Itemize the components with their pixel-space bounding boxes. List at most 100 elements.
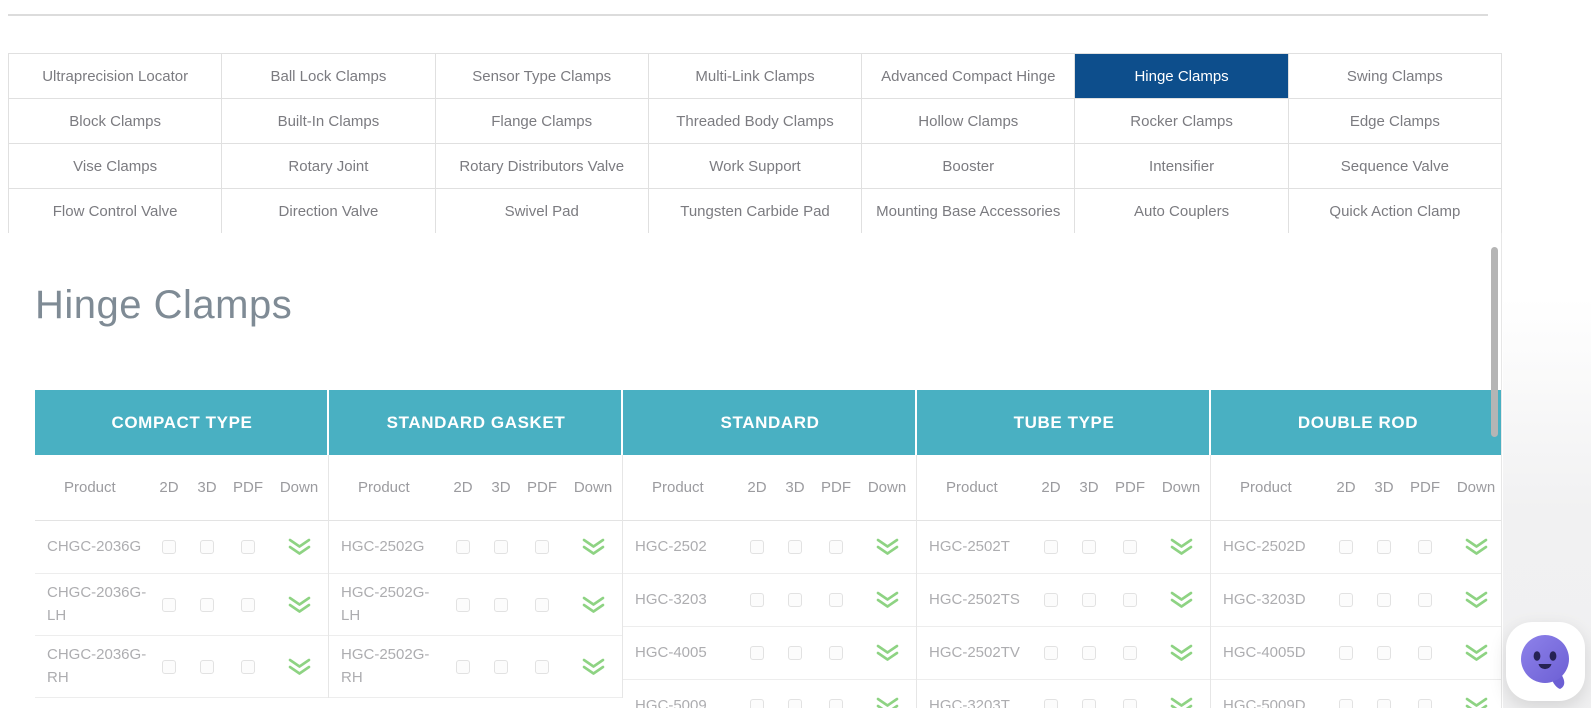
tab-ultraprecision-locator[interactable]: Ultraprecision Locator: [9, 54, 222, 99]
checkbox-2d[interactable]: [1044, 593, 1058, 607]
checkbox-pdf[interactable]: [829, 593, 843, 607]
checkbox-3d[interactable]: [1377, 646, 1391, 660]
checkbox-pdf[interactable]: [829, 646, 843, 660]
download-chevron-icon[interactable]: [288, 596, 311, 614]
checkbox-2d[interactable]: [1044, 699, 1058, 708]
download-chevron-icon[interactable]: [876, 538, 899, 556]
tab-ball-lock-clamps[interactable]: Ball Lock Clamps: [222, 54, 435, 99]
download-chevron-icon[interactable]: [582, 538, 605, 556]
tab-sensor-type-clamps[interactable]: Sensor Type Clamps: [436, 54, 649, 99]
tab-edge-clamps[interactable]: Edge Clamps: [1289, 99, 1502, 144]
tab-threaded-body-clamps[interactable]: Threaded Body Clamps: [649, 99, 862, 144]
checkbox-3d[interactable]: [788, 593, 802, 607]
tab-hinge-clamps[interactable]: Hinge Clamps: [1075, 54, 1288, 99]
vertical-scrollbar[interactable]: [1491, 247, 1498, 437]
tab-swing-clamps[interactable]: Swing Clamps: [1289, 54, 1502, 99]
tab-advanced-compact-hinge[interactable]: Advanced Compact Hinge: [862, 54, 1075, 99]
checkbox-3d[interactable]: [1377, 699, 1391, 708]
checkbox-2d[interactable]: [750, 646, 764, 660]
checkbox-pdf[interactable]: [535, 540, 549, 554]
tab-intensifier[interactable]: Intensifier: [1075, 144, 1288, 189]
checkbox-pdf[interactable]: [829, 699, 843, 708]
checkbox-2d[interactable]: [750, 593, 764, 607]
checkbox-2d[interactable]: [750, 540, 764, 554]
checkbox-pdf[interactable]: [241, 598, 255, 612]
checkbox-pdf[interactable]: [1123, 593, 1137, 607]
checkbox-pdf[interactable]: [1123, 540, 1137, 554]
checkbox-pdf[interactable]: [1418, 646, 1432, 660]
checkbox-3d[interactable]: [788, 540, 802, 554]
download-chevron-icon[interactable]: [1465, 538, 1488, 556]
checkbox-2d[interactable]: [1339, 540, 1353, 554]
checkbox-2d[interactable]: [750, 699, 764, 708]
checkbox-pdf[interactable]: [1123, 699, 1137, 708]
download-chevron-icon[interactable]: [1170, 591, 1193, 609]
tab-tungsten-carbide-pad[interactable]: Tungsten Carbide Pad: [649, 189, 862, 234]
checkbox-3d[interactable]: [494, 540, 508, 554]
checkbox-2d[interactable]: [456, 598, 470, 612]
download-chevron-icon[interactable]: [582, 596, 605, 614]
checkbox-pdf[interactable]: [241, 660, 255, 674]
checkbox-3d[interactable]: [1082, 540, 1096, 554]
tab-work-support[interactable]: Work Support: [649, 144, 862, 189]
checkbox-pdf[interactable]: [1418, 593, 1432, 607]
download-chevron-icon[interactable]: [288, 538, 311, 556]
checkbox-3d[interactable]: [788, 699, 802, 708]
checkbox-2d[interactable]: [1044, 540, 1058, 554]
checkbox-pdf[interactable]: [829, 540, 843, 554]
tab-auto-couplers[interactable]: Auto Couplers: [1075, 189, 1288, 234]
checkbox-3d[interactable]: [1377, 540, 1391, 554]
checkbox-3d[interactable]: [494, 598, 508, 612]
checkbox-pdf[interactable]: [1418, 540, 1432, 554]
checkbox-2d[interactable]: [1339, 699, 1353, 708]
download-chevron-icon[interactable]: [876, 644, 899, 662]
tab-direction-valve[interactable]: Direction Valve: [222, 189, 435, 234]
checkbox-2d[interactable]: [162, 540, 176, 554]
download-chevron-icon[interactable]: [1465, 591, 1488, 609]
checkbox-pdf[interactable]: [535, 660, 549, 674]
checkbox-2d[interactable]: [456, 660, 470, 674]
download-chevron-icon[interactable]: [288, 658, 311, 676]
checkbox-3d[interactable]: [200, 540, 214, 554]
checkbox-3d[interactable]: [494, 660, 508, 674]
download-chevron-icon[interactable]: [582, 658, 605, 676]
download-chevron-icon[interactable]: [1170, 538, 1193, 556]
tab-booster[interactable]: Booster: [862, 144, 1075, 189]
checkbox-2d[interactable]: [162, 660, 176, 674]
download-chevron-icon[interactable]: [876, 697, 899, 708]
tab-swivel-pad[interactable]: Swivel Pad: [436, 189, 649, 234]
tab-built-in-clamps[interactable]: Built-In Clamps: [222, 99, 435, 144]
download-chevron-icon[interactable]: [1465, 644, 1488, 662]
checkbox-pdf[interactable]: [535, 598, 549, 612]
checkbox-3d[interactable]: [200, 598, 214, 612]
checkbox-2d[interactable]: [1339, 646, 1353, 660]
checkbox-3d[interactable]: [200, 660, 214, 674]
download-chevron-icon[interactable]: [1170, 644, 1193, 662]
checkbox-2d[interactable]: [1339, 593, 1353, 607]
checkbox-pdf[interactable]: [1418, 699, 1432, 708]
checkbox-3d[interactable]: [788, 646, 802, 660]
checkbox-3d[interactable]: [1082, 699, 1096, 708]
checkbox-3d[interactable]: [1082, 646, 1096, 660]
tab-multi-link-clamps[interactable]: Multi-Link Clamps: [649, 54, 862, 99]
download-chevron-icon[interactable]: [1170, 697, 1193, 708]
checkbox-2d[interactable]: [456, 540, 470, 554]
tab-mounting-base-accessories[interactable]: Mounting Base Accessories: [862, 189, 1075, 234]
checkbox-pdf[interactable]: [1123, 646, 1137, 660]
tab-rotary-joint[interactable]: Rotary Joint: [222, 144, 435, 189]
checkbox-3d[interactable]: [1377, 593, 1391, 607]
checkbox-2d[interactable]: [1044, 646, 1058, 660]
tab-rotary-distributors-valve[interactable]: Rotary Distributors Valve: [436, 144, 649, 189]
tab-hollow-clamps[interactable]: Hollow Clamps: [862, 99, 1075, 144]
tab-block-clamps[interactable]: Block Clamps: [9, 99, 222, 144]
checkbox-3d[interactable]: [1082, 593, 1096, 607]
checkbox-2d[interactable]: [162, 598, 176, 612]
download-chevron-icon[interactable]: [876, 591, 899, 609]
chat-widget-button[interactable]: [1506, 622, 1585, 701]
tab-rocker-clamps[interactable]: Rocker Clamps: [1075, 99, 1288, 144]
tab-flow-control-valve[interactable]: Flow Control Valve: [9, 189, 222, 234]
tab-sequence-valve[interactable]: Sequence Valve: [1289, 144, 1502, 189]
download-chevron-icon[interactable]: [1465, 697, 1488, 708]
tab-flange-clamps[interactable]: Flange Clamps: [436, 99, 649, 144]
tab-quick-action-clamp[interactable]: Quick Action Clamp: [1289, 189, 1502, 234]
